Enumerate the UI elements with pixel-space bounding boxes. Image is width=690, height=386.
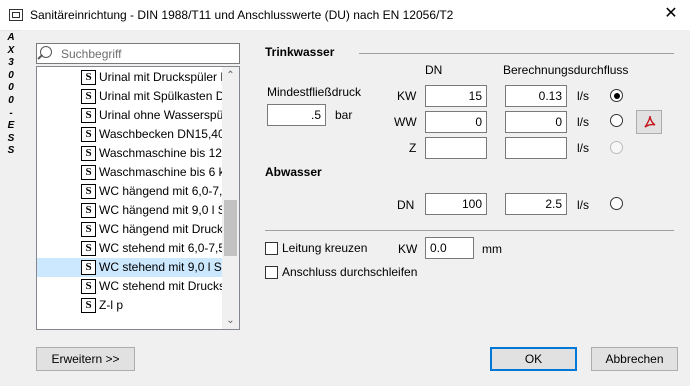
list-item-label: WC hängend mit Druck xyxy=(99,222,223,236)
side-label: AX3000 - ESS xyxy=(7,32,15,157)
list-item-label: WC stehend mit 9,0 l Sp xyxy=(99,260,223,274)
list-item-label: Urinal mit Spülkasten D xyxy=(99,89,223,103)
search-input[interactable]: Suchbegriff xyxy=(36,43,240,64)
search-icon xyxy=(40,46,52,58)
list-item-label: Waschbecken DN15,40 xyxy=(99,127,223,141)
ww-flow-input[interactable]: 0 xyxy=(505,111,567,133)
side-strip: AX3000 - ESS xyxy=(0,30,22,386)
list-item[interactable]: S WC hängend mit Druck xyxy=(37,220,223,239)
options-divider xyxy=(265,230,674,231)
anschluss-durchschleifen-checkbox[interactable] xyxy=(265,266,278,279)
ww-flow-unit: l/s xyxy=(577,115,589,129)
kw-label: KW xyxy=(397,89,417,103)
kw-radio[interactable] xyxy=(610,89,623,102)
list-item-label: WC hängend mit 9,0 l S xyxy=(99,203,223,217)
symbol-s-icon: S xyxy=(81,127,96,142)
z-dn-input[interactable] xyxy=(425,137,487,159)
title-bar: Sanitäreinrichtung - DIN 1988/T11 und An… xyxy=(0,0,690,31)
list-item[interactable]: S Urinal mit Druckspüler D xyxy=(37,68,223,87)
abwasser-radio[interactable] xyxy=(610,197,623,210)
symbol-s-icon: S xyxy=(81,184,96,199)
anschluss-durchschleifen-label[interactable]: Anschluss durchschleifen xyxy=(282,265,417,279)
pdf-button[interactable] xyxy=(636,110,662,134)
abwasser-flow-unit: l/s xyxy=(577,198,589,212)
list-item[interactable]: S WC hängend mit 6,0-7,5 xyxy=(37,182,223,201)
ok-button[interactable]: OK xyxy=(490,347,577,371)
list-item[interactable]: S WC hängend mit 9,0 l S xyxy=(37,201,223,220)
ww-dn-input[interactable]: 0 xyxy=(425,111,487,133)
kw-dn-input[interactable]: 15 xyxy=(425,85,487,107)
list-item-label: WC stehend mit Drucks xyxy=(99,279,223,293)
list-item[interactable]: S Z-l p xyxy=(37,296,223,315)
symbol-s-icon: S xyxy=(81,89,96,104)
symbol-s-icon: S xyxy=(81,222,96,237)
z-radio xyxy=(610,141,623,154)
list-item-label: WC stehend mit 6,0-7,5 xyxy=(99,241,223,255)
list-item[interactable]: S Waschbecken DN15,40 xyxy=(37,125,223,144)
symbol-s-icon: S xyxy=(81,298,96,313)
list-item[interactable]: S WC stehend mit 9,0 l Sp xyxy=(37,258,223,277)
z-flow-unit: l/s xyxy=(577,141,589,155)
app-window-icon xyxy=(9,9,23,21)
kw-offset-input[interactable]: 0.0 xyxy=(425,237,474,259)
leitung-kreuzen-checkbox[interactable] xyxy=(265,242,278,255)
scroll-thumb[interactable] xyxy=(224,200,237,256)
ww-radio[interactable] xyxy=(610,114,623,127)
symbol-s-icon: S xyxy=(81,203,96,218)
list-item[interactable]: S WC stehend mit Drucks xyxy=(37,277,223,296)
symbol-s-icon: S xyxy=(81,70,96,85)
symbol-s-icon: S xyxy=(81,165,96,180)
leitung-kreuzen-label[interactable]: Leitung kreuzen xyxy=(282,241,367,255)
ww-label: WW xyxy=(394,115,417,129)
abwasser-dn-label: DN xyxy=(397,198,415,212)
z-flow-input[interactable] xyxy=(505,137,567,159)
scroll-up-icon[interactable]: ⌃ xyxy=(222,67,239,84)
list-item-label: Waschmaschine bis 12 l xyxy=(99,146,223,160)
kw-offset-label: KW xyxy=(398,242,418,256)
list-item[interactable]: S Waschmaschine bis 12 l xyxy=(37,144,223,163)
window-title: Sanitäreinrichtung - DIN 1988/T11 und An… xyxy=(30,8,454,22)
symbol-s-icon: S xyxy=(81,279,96,294)
list-item[interactable]: S Urinal mit Spülkasten D xyxy=(37,87,223,106)
z-label: Z xyxy=(409,141,417,155)
kw-offset-unit: mm xyxy=(482,242,502,256)
dn-column-header: DN xyxy=(425,63,443,77)
dialog-body: Suchbegriff S Urinal mit Druckspüler D S Ur… xyxy=(22,30,690,386)
trinkwasser-divider xyxy=(359,53,674,54)
symbol-s-icon: S xyxy=(81,241,96,256)
list-item-label: Urinal mit Druckspüler D xyxy=(99,70,223,84)
list-item-label: Urinal ohne Wasserspül xyxy=(99,108,223,122)
list-item[interactable]: S WC stehend mit 6,0-7,5 xyxy=(37,239,223,258)
symbol-s-icon: S xyxy=(81,260,96,275)
close-button[interactable]: ✕ xyxy=(661,4,681,24)
min-pressure-unit: bar xyxy=(335,108,353,122)
scroll-down-icon[interactable]: ⌄ xyxy=(222,312,239,329)
symbol-s-icon: S xyxy=(81,146,96,161)
list-item-label: Z-l p xyxy=(99,298,123,312)
abwasser-flow-input[interactable]: 2.5 xyxy=(505,193,567,215)
abwasser-dn-input[interactable]: 100 xyxy=(425,193,487,215)
search-placeholder: Suchbegriff xyxy=(61,47,122,61)
symbol-s-icon: S xyxy=(81,108,96,123)
kw-flow-unit: l/s xyxy=(577,89,589,103)
kw-flow-input[interactable]: 0.13 xyxy=(505,85,567,107)
min-pressure-label: Mindestfließdruck xyxy=(267,85,362,99)
flow-column-header: Berechnungsdurchfluss xyxy=(503,63,629,77)
fixture-list[interactable]: S Urinal mit Druckspüler D S Urinal mit Spü… xyxy=(36,66,240,330)
list-item-label: Waschmaschine bis 6 kg xyxy=(99,165,223,179)
list-scrollbar[interactable]: ⌃ ⌄ xyxy=(222,67,239,329)
list-item[interactable]: S Urinal ohne Wasserspül xyxy=(37,106,223,125)
min-pressure-input[interactable]: .5 xyxy=(267,104,326,126)
abbrechen-button[interactable]: Abbrechen xyxy=(591,347,678,371)
list-item-label: WC hängend mit 6,0-7,5 xyxy=(99,184,223,198)
abwasser-heading: Abwasser xyxy=(265,165,322,179)
list-item[interactable]: S Waschmaschine bis 6 kg xyxy=(37,163,223,182)
trinkwasser-heading: Trinkwasser xyxy=(265,45,335,59)
pdf-icon xyxy=(644,115,656,128)
erweitern-button[interactable]: Erweitern >> xyxy=(36,347,135,371)
